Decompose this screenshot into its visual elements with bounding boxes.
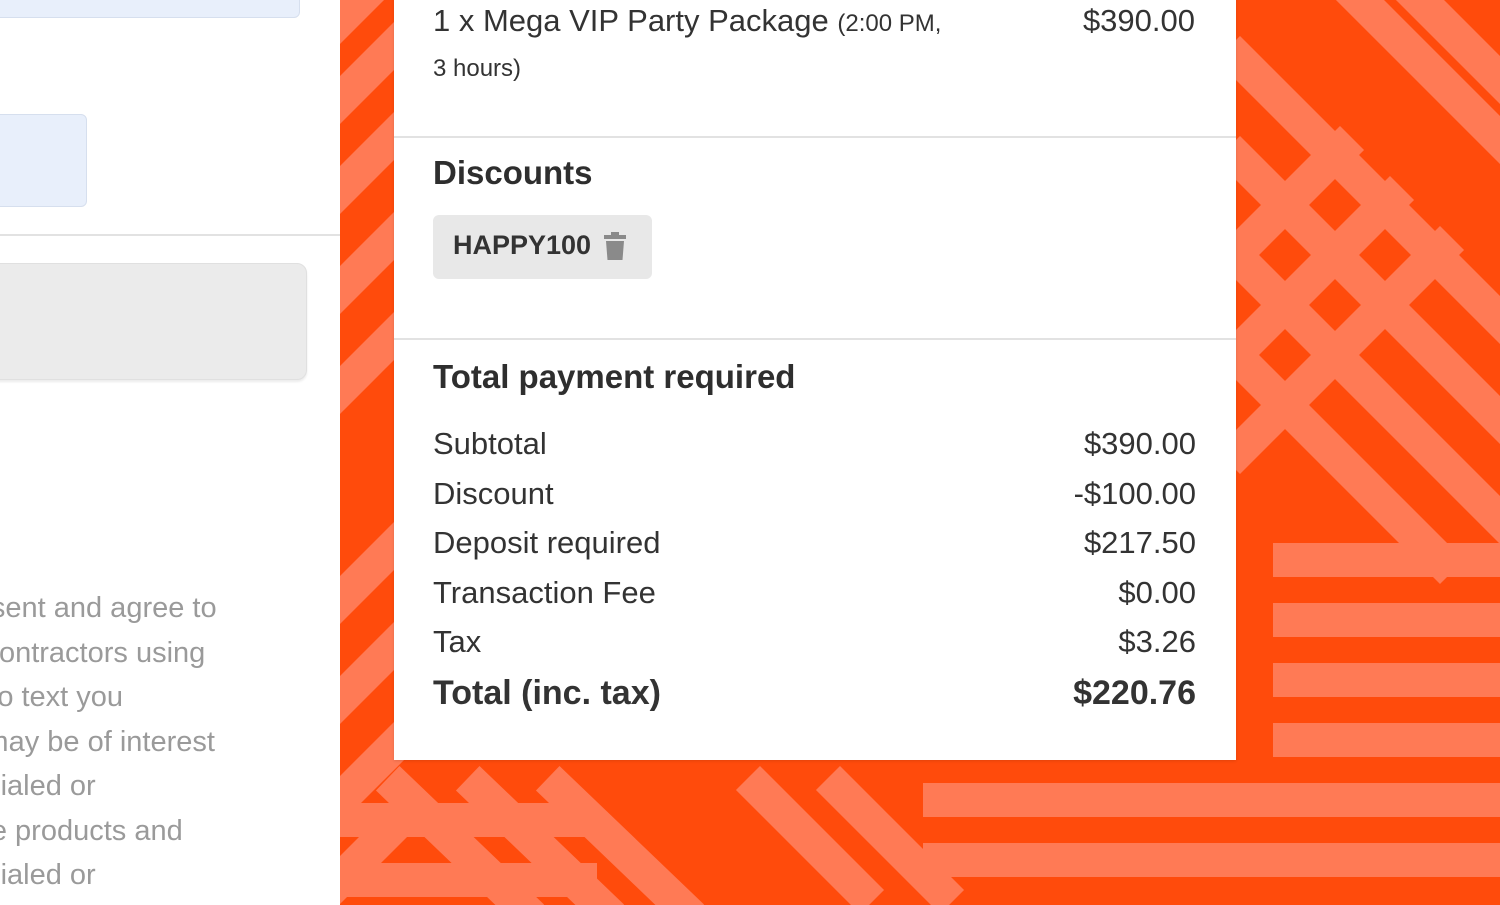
form-action-button[interactable] [0, 263, 307, 380]
form-input-field[interactable] [0, 114, 87, 207]
discount-label: Discount [433, 475, 554, 511]
deposit-value: $217.50 [1083, 525, 1196, 560]
trash-icon[interactable] [604, 232, 626, 260]
order-item-section: 1 x Mega VIP Party Package (2:00 PM, 3 h… [394, 0, 1236, 138]
total-payment-heading: Total payment required [433, 358, 796, 395]
subtotal-row: Subtotal $390.00 [433, 426, 1196, 476]
consent-line: and contractors using [0, 636, 206, 669]
consent-line: autodialed or [0, 859, 96, 891]
discounts-section: Discounts HAPPY100 [394, 138, 1236, 340]
deposit-label: Deposit required [433, 525, 661, 560]
deposit-row: Deposit required $217.50 [433, 525, 1196, 575]
transaction-fee-value: $0.00 [1118, 574, 1196, 610]
subtotal-label: Subtotal [433, 426, 547, 461]
form-input-field[interactable] [0, 0, 300, 18]
order-item-title: 1 x Mega VIP Party Package [433, 3, 829, 38]
transaction-fee-row: Transaction Fee $0.00 [433, 575, 1196, 625]
tax-row: Tax $3.26 [433, 624, 1196, 674]
order-item-name: 1 x Mega VIP Party Package (2:00 PM, 3 h… [433, 0, 953, 90]
sms-consent-text: I consent and agree to and contractors u… [0, 586, 308, 898]
discount-code-chip: HAPPY100 [433, 215, 652, 279]
order-summary-card: 1 x Mega VIP Party Package (2:00 PM, 3 h… [394, 0, 1236, 760]
subtotal-value: $390.00 [1083, 426, 1196, 461]
consent-line: LLC to text you [0, 681, 124, 713]
total-payment-section: Total payment required Subtotal $390.00 … [394, 340, 1236, 760]
grand-total-label: Total (inc. tax) [433, 673, 661, 712]
booking-form-panel: I consent and agree to and contractors u… [0, 0, 340, 905]
form-divider [0, 234, 340, 236]
consent-line: autodialed or [0, 770, 96, 802]
consent-line: I consent and agree to [0, 592, 217, 624]
consent-line: that may be of interest [0, 725, 215, 758]
order-item-price: $390.00 [1082, 3, 1195, 38]
discount-value: -$100.00 [1073, 475, 1196, 511]
grand-total-value: $220.76 [1073, 673, 1196, 712]
transaction-fee-label: Transaction Fee [433, 574, 656, 610]
discount-code: HAPPY100 [453, 230, 592, 260]
totals-list: Subtotal $390.00 Discount -$100.00 Depos… [433, 426, 1196, 726]
consent-line: by the products and [0, 814, 183, 847]
discount-row: Discount -$100.00 [433, 476, 1196, 526]
tax-label: Tax [433, 624, 482, 659]
tax-value: $3.26 [1118, 624, 1196, 659]
discounts-heading: Discounts [433, 154, 593, 191]
grand-total-row: Total (inc. tax) $220.76 [433, 674, 1196, 726]
